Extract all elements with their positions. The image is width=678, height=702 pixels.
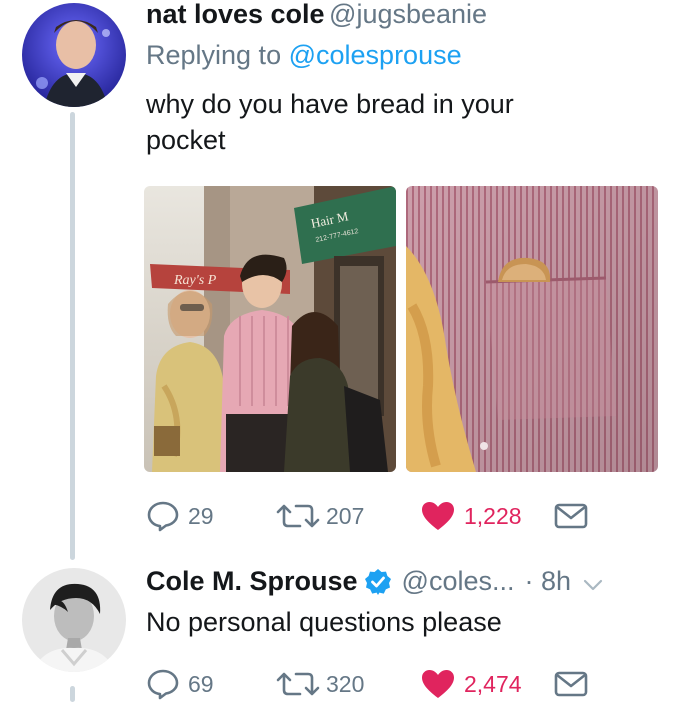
thread-line-continuation (70, 686, 75, 702)
retweet-arrows-icon (276, 672, 320, 696)
chevron-down-icon[interactable] (583, 578, 603, 592)
heart-icon (422, 502, 454, 530)
tweet1-text-line: pocket (146, 125, 226, 155)
reply-count: 69 (188, 670, 214, 697)
like-count: 1,228 (464, 502, 522, 529)
dm-button[interactable] (554, 503, 588, 534)
tweet1-text-line: why do you have bread in your (146, 89, 514, 119)
retweet-count: 320 (326, 670, 365, 697)
store-sign-text: Ray's P (173, 273, 217, 288)
like-button[interactable]: 1,228 (420, 500, 522, 532)
envelope-icon (554, 503, 588, 529)
replying-to: Replying to @colesprouse (146, 40, 462, 71)
tweet1-text: why do you have bread in your pocket (146, 86, 514, 158)
reply-button[interactable]: 29 (146, 500, 214, 532)
tweet2-text: No personal questions please (146, 607, 502, 637)
tweet-photo-pocket[interactable] (406, 186, 658, 472)
replying-prefix: Replying to (146, 40, 282, 70)
avatar-cole[interactable] (22, 568, 126, 672)
photo-street-image: Hair M 212-777-4612 Ray's P (144, 186, 396, 472)
envelope-icon (554, 671, 588, 697)
dm-button[interactable] (554, 671, 588, 702)
verified-badge-icon (364, 568, 391, 595)
display-name[interactable]: nat loves cole (146, 0, 325, 29)
retweet-button[interactable]: 207 (276, 500, 364, 532)
tweet1-header: nat loves cole @jugsbeanie (146, 0, 487, 30)
user-handle[interactable]: @coles... (402, 566, 515, 597)
photo-pocket-image (406, 186, 658, 472)
retweet-arrows-icon (276, 504, 320, 528)
like-button[interactable]: 2,474 (420, 668, 522, 700)
speech-bubble-icon (147, 669, 179, 700)
reply-button[interactable]: 69 (146, 668, 214, 700)
retweet-button[interactable]: 320 (276, 668, 364, 700)
retweet-count: 207 (326, 502, 365, 529)
heart-icon (422, 670, 454, 698)
thread-line (70, 112, 75, 560)
tweet-photo-street[interactable]: Hair M 212-777-4612 Ray's P (144, 186, 396, 472)
user-handle[interactable]: @jugsbeanie (329, 0, 487, 29)
reply-count: 29 (188, 502, 214, 529)
avatar-image (22, 568, 126, 672)
avatar-nat[interactable] (22, 3, 126, 107)
like-count: 2,474 (464, 670, 522, 697)
replying-handle-link[interactable]: @colesprouse (289, 40, 462, 70)
avatar-image (22, 3, 126, 107)
speech-bubble-icon (147, 501, 179, 532)
tweet2-header: Cole M. Sprouse @coles... · 8h (146, 566, 603, 597)
display-name[interactable]: Cole M. Sprouse (146, 566, 358, 597)
tweet-timestamp[interactable]: · 8h (524, 566, 571, 597)
